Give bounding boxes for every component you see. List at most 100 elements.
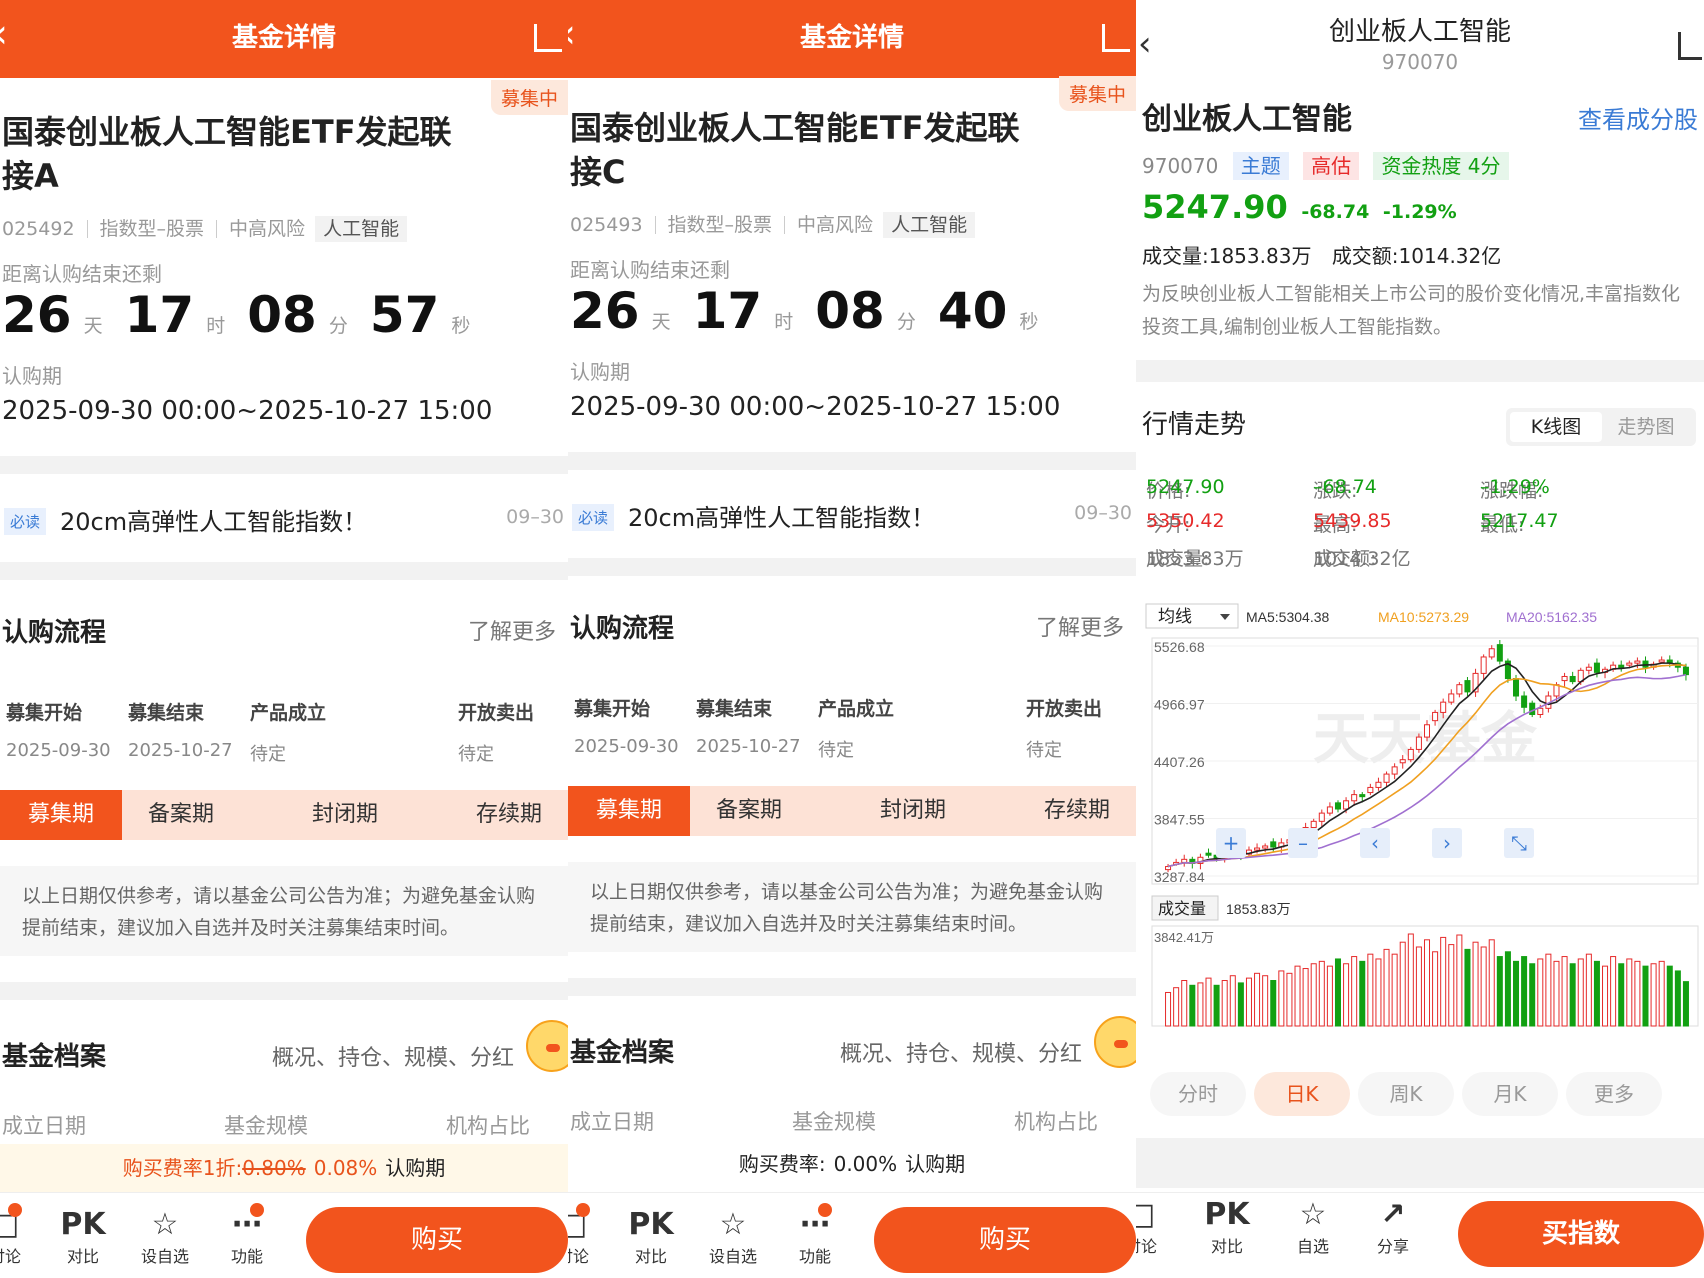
step-label: 募集开始 [6,702,83,724]
kline-chart[interactable]: 均线 MA5:5304.38 MA10:5273.29 MA20:5162.35 天天基… [1144,602,1700,1051]
volume-bar [1513,960,1520,1027]
divider [0,562,568,580]
phase-0: 募集期 [568,786,690,836]
fund-meta: 025493 指数型–股票 中高风险 人工智能 [570,210,976,238]
period-label: 认购期 [570,360,630,384]
quote-value: –68.74 [1313,476,1377,498]
timeframe-3[interactable]: 月K [1462,1072,1558,1116]
timeframe-tabs: 分时 日K 周K 月K 更多 [1136,1072,1704,1120]
learn-more-link[interactable]: 了解更多 [1036,610,1124,642]
candle [1682,666,1689,676]
volume-bar [1440,936,1447,1027]
institution-ratio-link[interactable]: 机构占比 [1014,1106,1098,1136]
buy-button[interactable]: 购买 [306,1207,568,1273]
candle [1399,759,1406,764]
step-date: 2025-09-30 [574,736,679,757]
mascot-icon[interactable] [1094,1016,1136,1068]
candle [1440,701,1447,713]
learn-more-link[interactable]: 了解更多 [468,614,556,646]
volume-bar [1650,963,1657,1027]
volume-bar [1496,956,1503,1027]
buy-index-button[interactable]: 买指数 [1458,1201,1704,1267]
candle [1254,847,1261,851]
quote-value: 1853.83万 [1146,548,1244,570]
volume-bar [1326,965,1333,1027]
bottom-discuss[interactable]: □讨论 [1136,1197,1176,1257]
divider [86,220,88,238]
volume-bar [1286,972,1293,1027]
candle [1326,806,1333,814]
add-favorite-icon: ☆ [151,1207,179,1242]
bottom-function[interactable]: ⋯ 功能 [212,1203,282,1267]
kline-svg[interactable]: 均线 MA5:5304.38 MA10:5273.29 MA20:5162.35天天基… [1144,602,1700,1051]
notice-text[interactable]: 20cm高弹性人工智能指数！ [628,498,935,533]
timeframe-2[interactable]: 周K [1358,1072,1454,1116]
notification-dot [8,1203,22,1217]
bottom-bar: 买指数 □ 讨论 PK 对比 ☆ 自选 ↗ 分享 [1136,1192,1704,1278]
volume-bar [1262,975,1269,1027]
subscription-period: 2025-09-30 00:00~2025-10-27 15:00 [570,392,1061,422]
bottom-discuss[interactable]: □讨论 [0,1203,40,1267]
established-date-link[interactable]: 成立日期 [2,1110,86,1140]
tab-kline[interactable]: K线图 [1510,412,1602,442]
back-icon[interactable]: ‹ [1138,24,1152,64]
bottom-share[interactable]: ↗ 分享 [1358,1197,1428,1257]
archive-title: 基金档案 [570,1038,675,1068]
step-label: 募集结束 [128,702,205,724]
step-label: 产品成立 [250,702,327,724]
step-date: 待定 [818,740,854,761]
timeframe-4[interactable]: 更多 [1566,1072,1662,1116]
notice-row[interactable]: 必读 20cm高弹性人工智能指数！ 09–30 [0,502,568,562]
bottom-function[interactable]: ⋯ 功能 [780,1203,850,1267]
step-date: 待定 [250,744,286,765]
bottom-share-label: 分享 [1376,1237,1409,1256]
step-label: 募集结束 [696,698,773,720]
archive-subtitle[interactable]: 概况、持仓、规模、分红 [840,1036,1082,1068]
header-title: 基金详情 [799,23,904,53]
divider [0,982,568,1000]
volume-bar [1464,948,1471,1027]
fund-size-link[interactable]: 基金规模 [792,1106,876,1136]
volume-max-label: 3842.41万 [1154,930,1214,945]
share-icon[interactable] [1102,24,1130,52]
step-label: 产品成立 [818,698,895,720]
candle [1561,675,1568,682]
bottom-add-favorite[interactable]: ☆ 设自选 [698,1207,768,1267]
candle [1415,736,1422,750]
notification-dot [250,1203,264,1217]
view-components-link[interactable]: 查看成分股 [1578,100,1698,135]
volume-bar [1642,965,1649,1027]
notice-text[interactable]: 20cm高弹性人工智能指数！ [60,502,367,537]
timeframe-0[interactable]: 分时 [1150,1072,1246,1116]
volume-bar [1626,958,1633,1027]
bottom-discuss-label: 讨论 [0,1247,21,1266]
index-change-pct: -1.29% [1382,201,1457,223]
phase-bar: 募集期 备案期 封闭期 存续期 [568,786,1136,836]
bottom-favorite[interactable]: ☆ 自选 [1278,1197,1348,1257]
bottom-discuss[interactable]: □讨论 [568,1203,608,1267]
countdown-seconds-unit: 秒 [451,315,471,337]
share-icon[interactable] [534,24,562,52]
bottom-compare[interactable]: PK 对比 [616,1207,686,1267]
phase-bar: 募集期 备案期 封闭期 存续期 [0,790,568,840]
established-date-link[interactable]: 成立日期 [570,1106,654,1136]
buy-button[interactable]: 购买 [874,1207,1136,1273]
timeframe-1[interactable]: 日K [1254,1072,1350,1116]
bottom-compare[interactable]: PK 对比 [1192,1197,1262,1257]
bottom-add-favorite[interactable]: ☆ 设自选 [130,1207,200,1267]
countdown-days-unit: 天 [651,311,671,333]
archive-subtitle[interactable]: 概况、持仓、规模、分红 [272,1040,514,1072]
phase-1: 备案期 [148,802,215,827]
bottom-compare[interactable]: PK 对比 [48,1207,118,1267]
share-icon[interactable] [1678,32,1702,60]
divider [0,456,568,474]
fund-size-link[interactable]: 基金规模 [224,1110,308,1140]
candle [1262,845,1269,849]
y-tick-label: 5526.68 [1154,639,1205,655]
share-icon: ↗ [1380,1197,1406,1232]
tab-trend[interactable]: 走势图 [1600,412,1692,442]
mascot-icon[interactable] [526,1020,568,1072]
institution-ratio-link[interactable]: 机构占比 [446,1110,530,1140]
volume-bar [1480,946,1487,1027]
notice-row[interactable]: 必读 20cm高弹性人工智能指数！ 09–30 [568,498,1136,558]
